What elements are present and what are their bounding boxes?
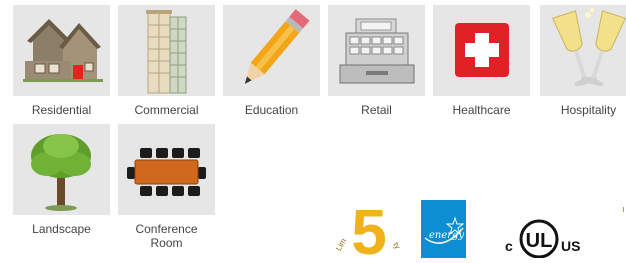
landscape-thumbnail <box>13 124 110 215</box>
category-landscape[interactable]: Landscape <box>13 124 110 236</box>
champagne-glasses-icon <box>552 8 626 86</box>
category-conference-room[interactable]: Conference Room <box>118 124 215 250</box>
medical-cross-icon <box>455 23 509 77</box>
conference-table-icon <box>127 148 206 196</box>
category-label: Landscape <box>32 222 91 236</box>
hospitality-thumbnail <box>540 5 626 96</box>
category-healthcare[interactable]: Healthcare <box>433 5 530 117</box>
category-commercial[interactable]: Commercial <box>118 5 215 117</box>
svg-text:US: US <box>561 238 580 254</box>
category-hospitality[interactable]: Hospitality <box>540 5 626 117</box>
svg-text:ty: ty <box>391 241 402 251</box>
category-label: Residential <box>31 103 92 117</box>
category-label: Retail <box>361 103 392 117</box>
accent-tick <box>623 207 624 212</box>
category-label: Hospitality <box>560 103 617 117</box>
category-retail[interactable]: Retail <box>328 5 425 117</box>
five-year-warranty-badge: 5 Lim ty <box>334 196 402 263</box>
cul-us-listed-logo: c UL US <box>497 211 605 259</box>
commercial-thumbnail <box>118 5 215 96</box>
energy-star-logo: energy <box>421 200 466 258</box>
category-residential[interactable]: Residential <box>13 5 110 117</box>
conference-room-thumbnail <box>118 124 215 215</box>
svg-text:Lim: Lim <box>336 237 348 253</box>
category-label: Conference Room <box>135 222 198 250</box>
cash-register-icon <box>339 18 415 84</box>
category-education[interactable]: Education <box>223 5 320 117</box>
office-building-icon <box>146 10 187 94</box>
retail-thumbnail <box>328 5 425 96</box>
category-label: Education <box>244 103 299 117</box>
category-label: Commercial <box>134 103 199 117</box>
house-icon <box>23 19 103 82</box>
healthcare-thumbnail <box>433 5 530 96</box>
svg-text:5: 5 <box>351 196 387 258</box>
education-thumbnail <box>223 5 320 96</box>
category-label: Healthcare <box>452 103 511 117</box>
svg-text:c: c <box>505 238 513 254</box>
svg-text:UL: UL <box>526 230 553 252</box>
residential-thumbnail <box>13 5 110 96</box>
tree-icon <box>31 134 91 211</box>
pencil-icon <box>244 9 310 84</box>
